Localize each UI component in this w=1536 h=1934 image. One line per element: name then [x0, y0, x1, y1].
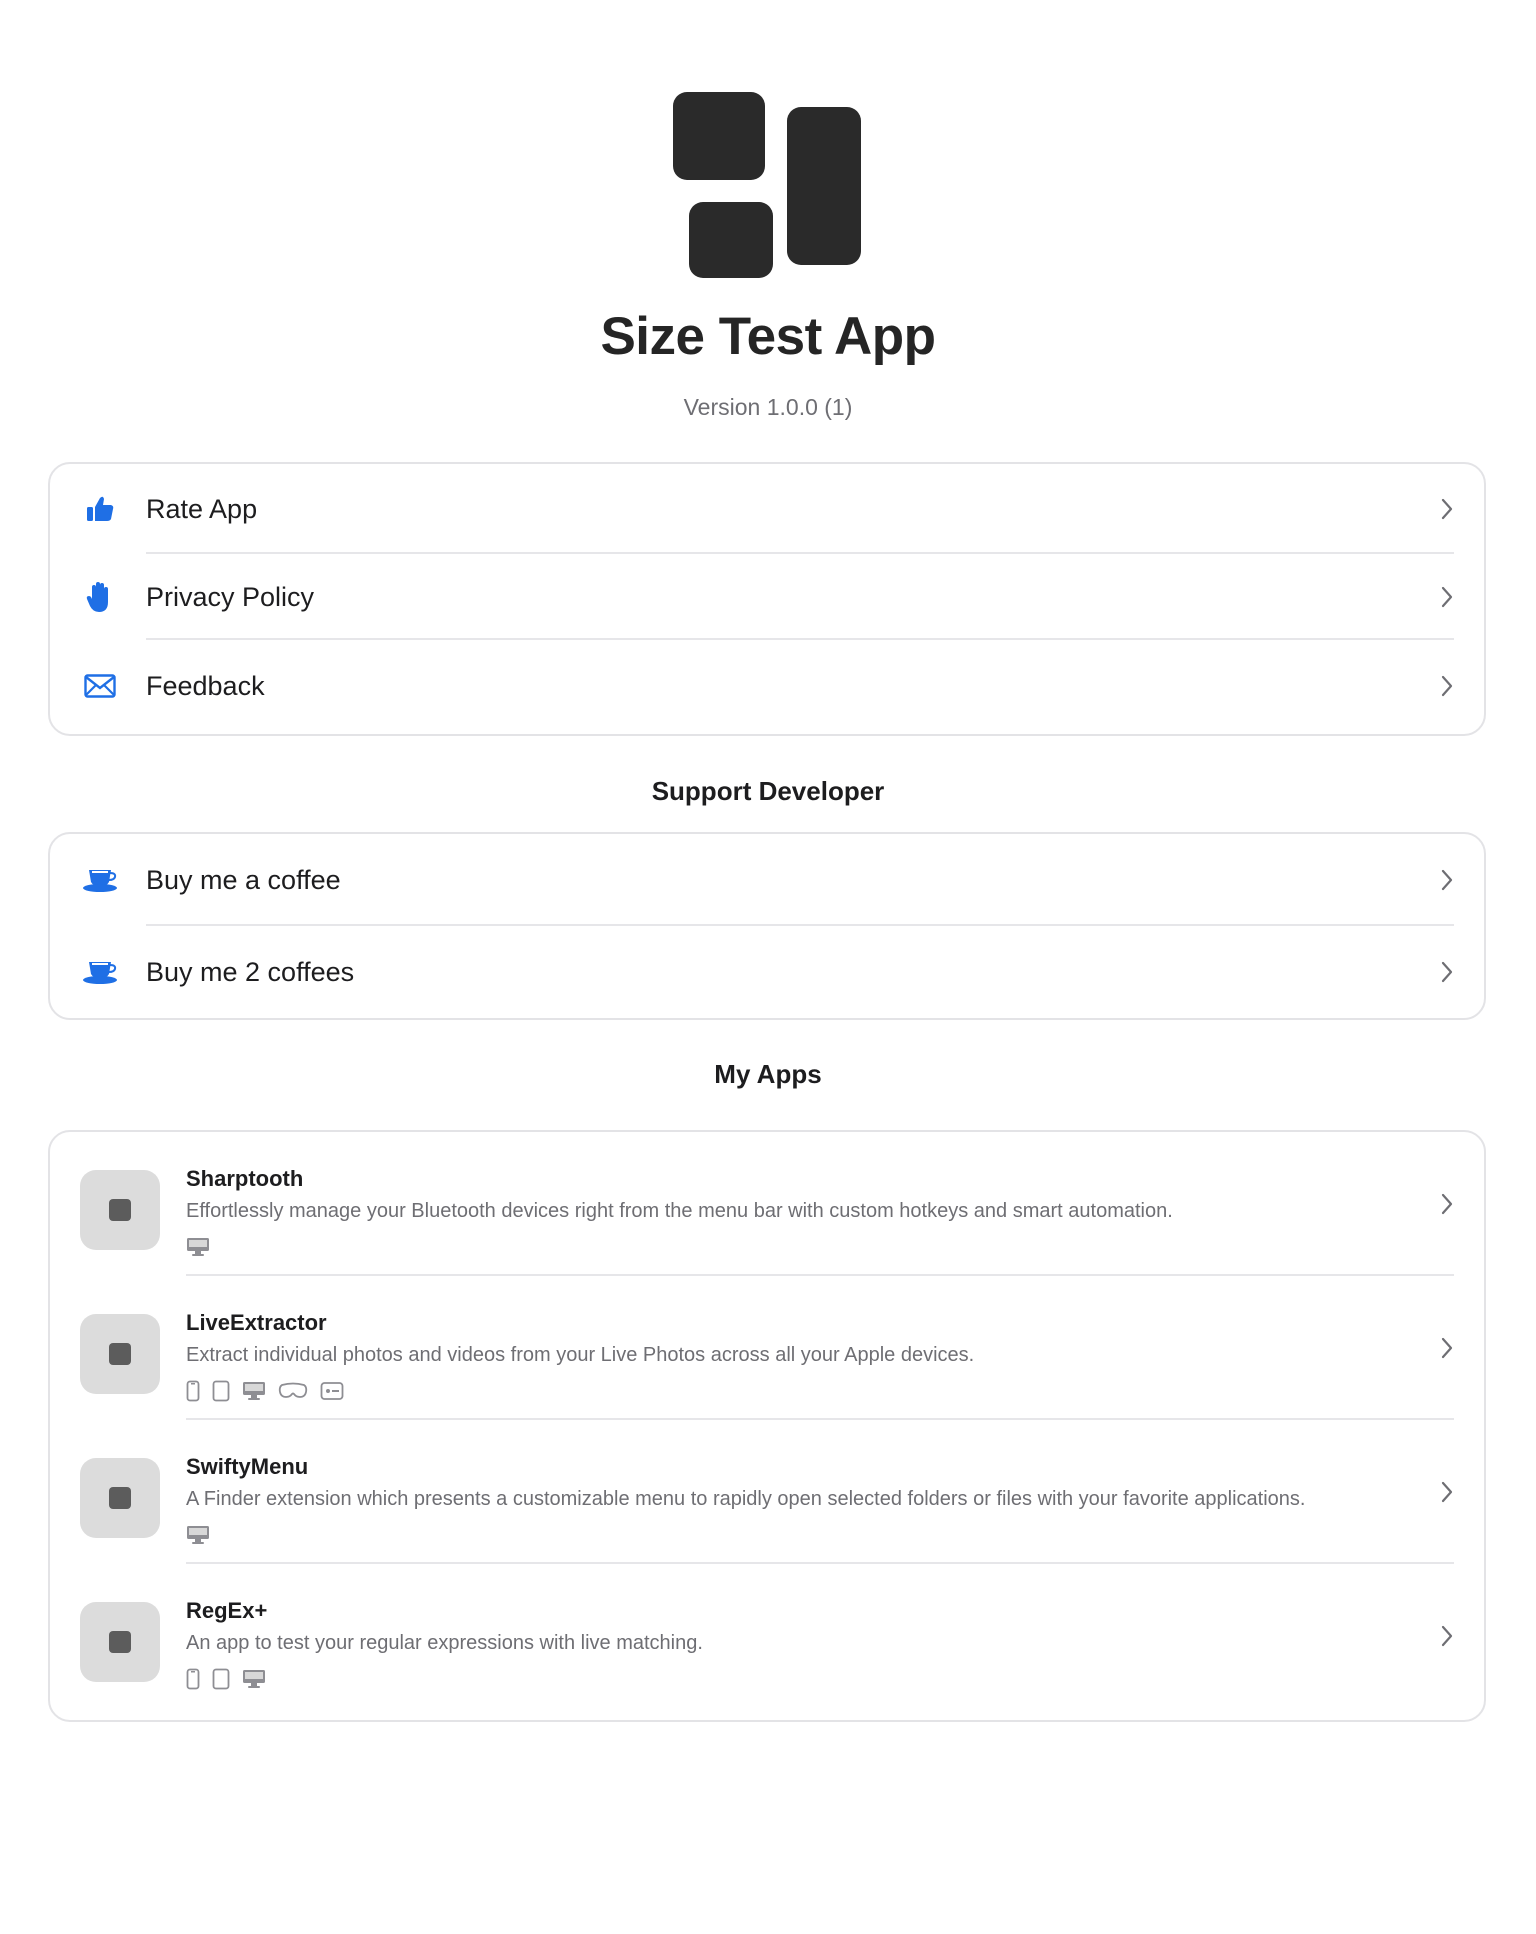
app-description: Extract individual photos and videos fro… [186, 1344, 975, 1366]
vision-pro-icon [278, 1382, 308, 1398]
feedback-label: Feedback [146, 670, 265, 701]
iphone-icon [186, 1380, 200, 1402]
app-description: A Finder extension which presents a cust… [186, 1488, 1306, 1510]
buy-two-coffees-label: Buy me 2 coffees [146, 956, 355, 987]
app-thumbnail [80, 1170, 160, 1250]
my-apps-title: My Apps [714, 1059, 822, 1089]
feedback-row[interactable]: Feedback [50, 640, 1484, 732]
app-row-swiftymenu[interactable]: SwiftyMenu A Finder extension which pres… [50, 1420, 1484, 1564]
mac-icon [187, 1238, 209, 1256]
app-name: SwiftyMenu [186, 1454, 309, 1479]
app-thumbnail [80, 1602, 160, 1682]
chevron-right-icon [1441, 586, 1453, 608]
platform-icons [186, 1380, 344, 1402]
chevron-right-icon [1441, 1193, 1453, 1215]
app-row-sharptooth[interactable]: Sharptooth Effortlessly manage your Blue… [50, 1132, 1484, 1276]
buy-coffee-label: Buy me a coffee [146, 864, 341, 895]
chevron-right-icon [1441, 869, 1453, 891]
buy-coffee-row[interactable]: Buy me a coffee [50, 834, 1484, 926]
app-name: LiveExtractor [186, 1310, 327, 1335]
platform-icons [186, 1524, 210, 1546]
chevron-right-icon [1441, 498, 1453, 520]
app-logo-icon [673, 92, 861, 278]
support-developer-title: Support Developer [651, 776, 885, 806]
rate-app-label: Rate App [146, 493, 258, 524]
app-thumbnail [80, 1458, 160, 1538]
ipad-icon [212, 1668, 230, 1690]
chevron-right-icon [1441, 1337, 1453, 1359]
coffee-cup-icon [82, 954, 118, 990]
chevron-right-icon [1441, 1481, 1453, 1503]
envelope-icon [82, 668, 118, 704]
app-thumbnail [80, 1314, 160, 1394]
apple-tv-icon [320, 1382, 344, 1400]
mac-icon [187, 1526, 209, 1544]
mac-icon [243, 1670, 265, 1688]
privacy-policy-label: Privacy Policy [146, 581, 315, 612]
rate-app-row[interactable]: Rate App [50, 464, 1484, 554]
app-row-regex-plus[interactable]: RegEx+ An app to test your regular expre… [50, 1564, 1484, 1708]
app-description: An app to test your regular expressions … [186, 1632, 703, 1654]
chevron-right-icon [1441, 961, 1453, 983]
chevron-right-icon [1441, 1625, 1453, 1647]
ipad-icon [212, 1380, 230, 1402]
buy-two-coffees-row[interactable]: Buy me 2 coffees [50, 926, 1484, 1018]
privacy-policy-row[interactable]: Privacy Policy [50, 554, 1484, 640]
app-description: Effortlessly manage your Bluetooth devic… [186, 1200, 1173, 1222]
mac-icon [243, 1382, 265, 1400]
hand-raised-icon [82, 579, 118, 615]
platform-icons [186, 1668, 266, 1690]
app-name: RegEx+ [186, 1598, 268, 1623]
app-version: Version 1.0.0 (1) [683, 394, 853, 420]
app-title: Size Test App [600, 307, 936, 366]
support-card: Buy me a coffee Buy me 2 coffees [48, 832, 1486, 1020]
thumbs-up-icon [82, 491, 118, 527]
app-name: Sharptooth [186, 1166, 304, 1191]
coffee-cup-icon [82, 862, 118, 898]
iphone-icon [186, 1668, 200, 1690]
chevron-right-icon [1441, 675, 1453, 697]
app-row-liveextractor[interactable]: LiveExtractor Extract individual photos … [50, 1276, 1484, 1420]
general-card: Rate App Privacy Policy Feedback [48, 462, 1486, 736]
platform-icons [186, 1236, 210, 1258]
my-apps-card: Sharptooth Effortlessly manage your Blue… [48, 1130, 1486, 1722]
about-page: Size Test App Version 1.0.0 (1) Rate App… [0, 0, 1536, 1934]
